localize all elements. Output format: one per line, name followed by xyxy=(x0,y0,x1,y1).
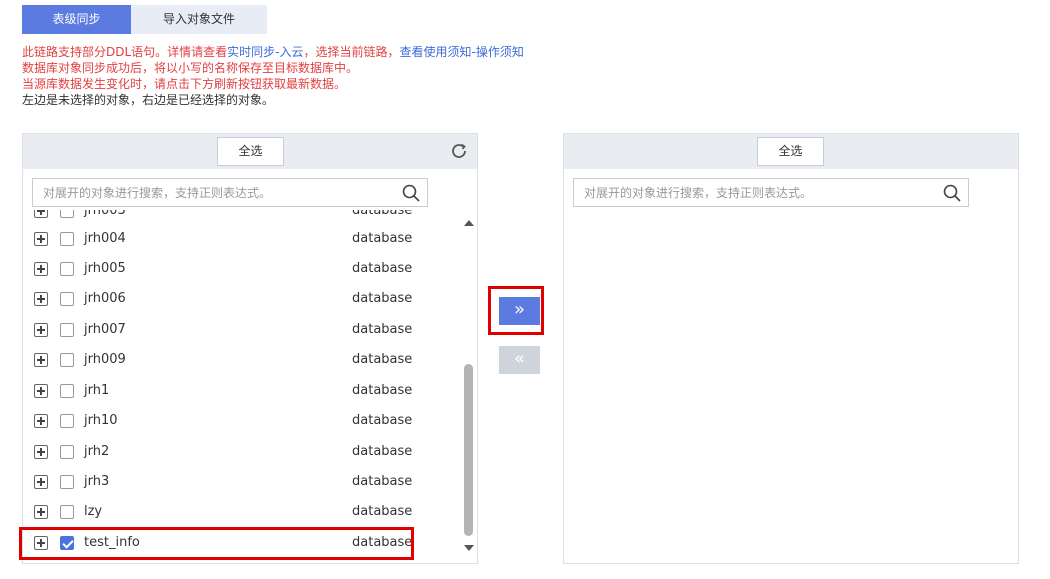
expand-icon[interactable] xyxy=(34,353,48,367)
source-object-list: jrh003 database jrh004 database jrh005 d… xyxy=(23,210,463,562)
object-name: jrh007 xyxy=(84,322,126,337)
object-name: jrh2 xyxy=(84,444,110,459)
object-type: database xyxy=(352,413,413,428)
object-name: jrh009 xyxy=(84,352,126,367)
expand-icon[interactable] xyxy=(34,210,48,218)
scroll-thumb[interactable] xyxy=(464,364,473,536)
object-name: jrh1 xyxy=(84,383,110,398)
object-type: database xyxy=(352,261,413,276)
object-type: database xyxy=(352,474,413,489)
selected-row-highlight xyxy=(19,527,414,560)
expand-icon[interactable] xyxy=(34,475,48,489)
selected-search-input[interactable] xyxy=(574,179,934,206)
source-list-scrollbar[interactable] xyxy=(462,216,476,556)
row-checkbox[interactable] xyxy=(60,292,74,306)
expand-icon[interactable] xyxy=(34,262,48,276)
list-item: jrh004 database xyxy=(23,225,463,255)
move-left-button[interactable]: « xyxy=(499,346,540,374)
tab-import-object-file[interactable]: 导入对象文件 xyxy=(131,5,267,34)
notice-ddl-mid: ，选择当前链路， xyxy=(303,45,400,59)
object-type: database xyxy=(352,504,413,519)
list-item: jrh2 database xyxy=(23,438,463,468)
object-name: jrh003 xyxy=(84,210,126,218)
notice-lowercase: 数据库对象同步成功后，将以小写的名称保存至目标数据库中。 xyxy=(22,61,359,75)
notice-block: 此链路支持部分DDL语句。详情请查看实时同步-入云，选择当前链路，查看使用须知-… xyxy=(22,44,524,108)
expand-icon[interactable] xyxy=(34,505,48,519)
list-item: jrh10 database xyxy=(23,407,463,437)
row-checkbox[interactable] xyxy=(60,210,74,218)
scroll-down-arrow-icon[interactable] xyxy=(464,545,474,551)
row-checkbox[interactable] xyxy=(60,232,74,246)
realtime-sync-link[interactable]: 实时同步-入云 xyxy=(227,45,303,59)
list-item: jrh007 database xyxy=(23,316,463,346)
object-name: jrh004 xyxy=(84,231,126,246)
expand-icon[interactable] xyxy=(34,232,48,246)
row-checkbox[interactable] xyxy=(60,353,74,367)
notice-line-ddl: 此链路支持部分DDL语句。详情请查看实时同步-入云，选择当前链路，查看使用须知-… xyxy=(22,44,524,60)
row-checkbox[interactable] xyxy=(60,505,74,519)
notice-refresh: 当源库数据发生变化时，请点击下方刷新按钮获取最新数据。 xyxy=(22,77,347,91)
select-all-button[interactable]: 全选 xyxy=(217,137,284,166)
row-checkbox[interactable] xyxy=(60,384,74,398)
source-objects-panel: 全选 jrh003 database jrh004 database jr xyxy=(22,133,478,564)
object-type: database xyxy=(352,322,413,337)
usage-notes-link[interactable]: 查看使用须知-操作须知 xyxy=(400,45,524,59)
source-search-box xyxy=(32,178,428,207)
search-icon[interactable] xyxy=(942,183,962,203)
object-name: jrh10 xyxy=(84,413,118,428)
expand-icon[interactable] xyxy=(34,384,48,398)
object-type: database xyxy=(352,291,413,306)
list-item: jrh3 database xyxy=(23,468,463,498)
source-search-input[interactable] xyxy=(33,179,393,206)
object-name: jrh005 xyxy=(84,261,126,276)
move-right-button[interactable]: » xyxy=(499,297,540,325)
refresh-icon[interactable] xyxy=(449,141,469,161)
object-type: database xyxy=(352,352,413,367)
list-item: jrh1 database xyxy=(23,377,463,407)
source-panel-header: 全选 xyxy=(23,134,477,169)
notice-ddl-text: 此链路支持部分DDL语句。详情请查看 xyxy=(22,45,228,59)
row-checkbox[interactable] xyxy=(60,445,74,459)
object-type: database xyxy=(352,210,413,218)
expand-icon[interactable] xyxy=(34,292,48,306)
object-name: jrh3 xyxy=(84,474,110,489)
expand-icon[interactable] xyxy=(34,414,48,428)
tab-bar: 表级同步 导入对象文件 xyxy=(22,5,267,34)
row-checkbox[interactable] xyxy=(60,323,74,337)
notice-left-right: 左边是未选择的对象，右边是已经选择的对象。 xyxy=(22,93,275,107)
object-name: jrh006 xyxy=(84,291,126,306)
list-item: jrh005 database xyxy=(23,255,463,285)
list-item: jrh009 database xyxy=(23,346,463,376)
list-item: jrh006 database xyxy=(23,285,463,315)
list-item: lzy database xyxy=(23,498,463,528)
selected-objects-panel: 全选 xyxy=(563,133,1019,564)
expand-icon[interactable] xyxy=(34,323,48,337)
row-checkbox[interactable] xyxy=(60,262,74,276)
tab-table-sync[interactable]: 表级同步 xyxy=(22,5,131,34)
selected-search-box xyxy=(573,178,969,207)
object-type: database xyxy=(352,231,413,246)
search-icon[interactable] xyxy=(401,183,421,203)
row-checkbox[interactable] xyxy=(60,475,74,489)
expand-icon[interactable] xyxy=(34,445,48,459)
select-all-selected-button[interactable]: 全选 xyxy=(757,137,824,166)
selected-panel-header: 全选 xyxy=(564,134,1018,169)
row-checkbox[interactable] xyxy=(60,414,74,428)
object-type: database xyxy=(352,444,413,459)
object-name: lzy xyxy=(84,504,103,519)
scroll-up-arrow-icon[interactable] xyxy=(464,220,474,226)
object-type: database xyxy=(352,383,413,398)
